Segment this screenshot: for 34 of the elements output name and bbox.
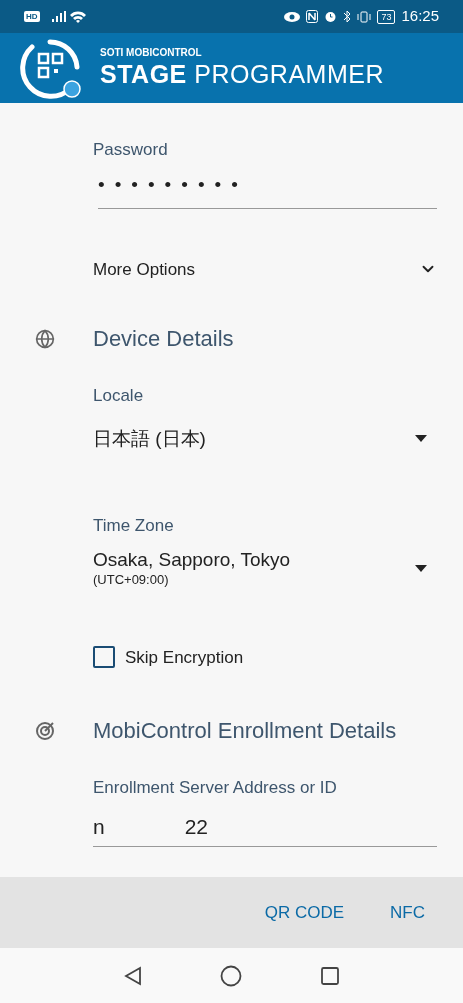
back-icon[interactable] (123, 965, 142, 986)
field-label: Time Zone (93, 515, 175, 537)
password-field[interactable]: ••••••••• (98, 174, 437, 209)
qr-logo-icon (20, 37, 82, 99)
action-button[interactable]: QR CODE (244, 891, 365, 934)
wifi-icon (69, 10, 86, 23)
recents-icon[interactable] (319, 965, 340, 986)
target-icon (35, 720, 55, 741)
alarm-icon (324, 10, 338, 23)
dropdown-caret-icon[interactable] (415, 565, 427, 572)
hd-icon: HD (24, 11, 40, 22)
server-address-field[interactable]: n 22 (93, 814, 437, 847)
skip-encryption-checkbox[interactable]: Skip Encryption (93, 644, 437, 670)
nfc-icon (306, 10, 319, 23)
vibrate-icon (357, 10, 372, 23)
brand-name: SOTI MOBICONTROL (100, 47, 203, 59)
app-title: STAGE PROGRAMMER (100, 59, 384, 89)
globe-icon (35, 328, 55, 349)
eye-icon (284, 11, 301, 22)
home-icon[interactable] (219, 964, 242, 987)
section-title: MobiControl Enrollment Details (93, 717, 397, 745)
dropdown-caret-icon[interactable] (415, 435, 427, 443)
field-label: Password (93, 139, 169, 161)
time-zone-dropdown[interactable]: Osaka, Sapporo, Tokyo (UTC+09:00) (93, 548, 437, 589)
more-options-toggle[interactable]: More Options (93, 256, 437, 282)
field-label: Enrollment Server Address or ID (93, 777, 338, 799)
action-button[interactable]: NFC (370, 891, 445, 934)
battery-level: 73 (377, 9, 396, 24)
clock: 16:25 (401, 6, 439, 27)
bluetooth-icon (343, 10, 352, 23)
section-title: Device Details (93, 325, 234, 353)
locale-dropdown[interactable]: 日本語 (日本) (93, 424, 437, 453)
field-label: Locale (93, 385, 145, 407)
signal-icon (51, 11, 66, 22)
